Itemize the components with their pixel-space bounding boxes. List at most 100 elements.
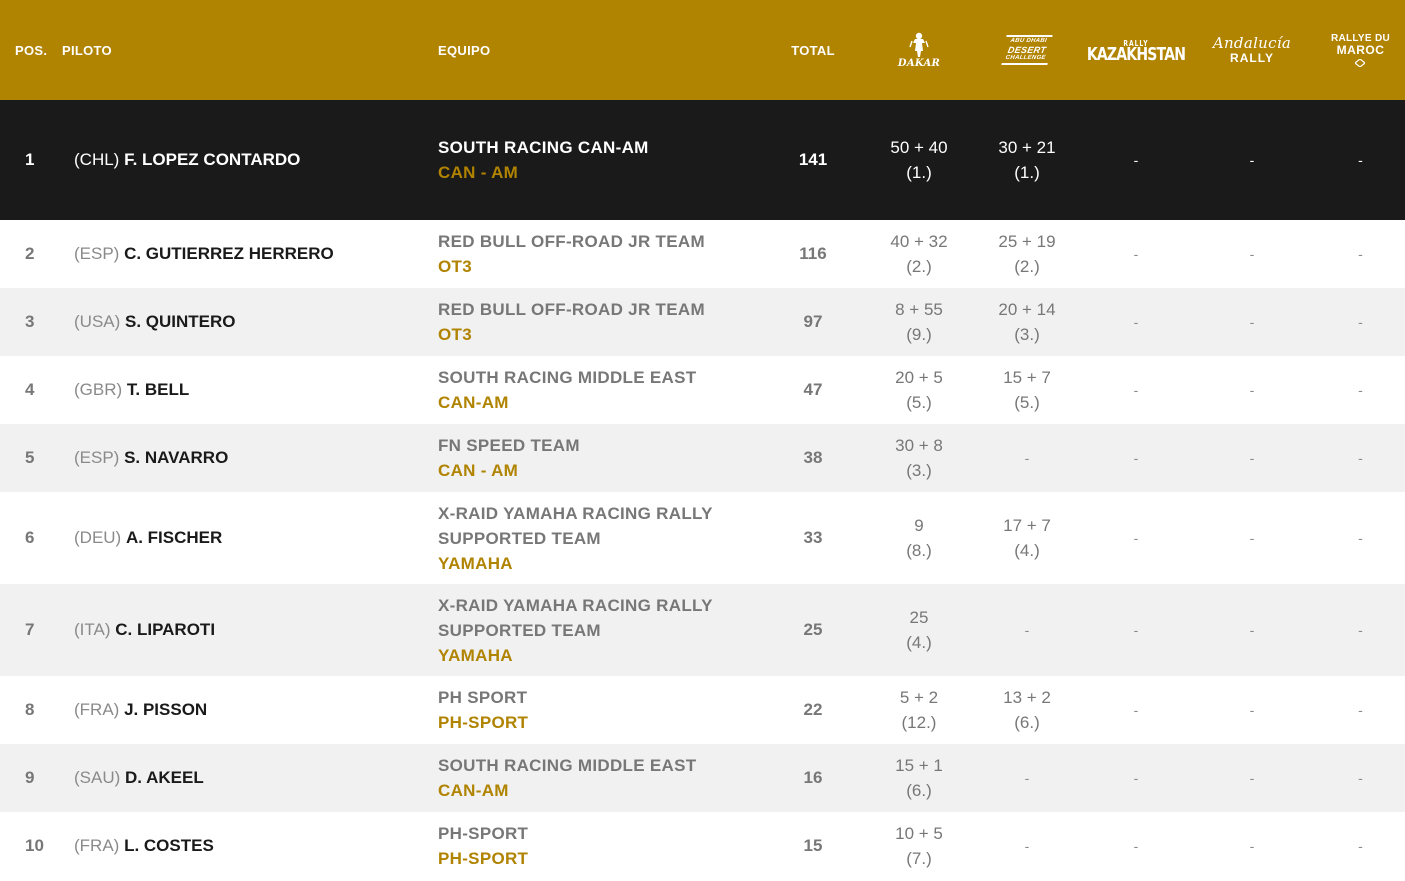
round-points: 10 + 5: [895, 824, 943, 843]
pilot-cell: (SAU) D. AKEEL: [62, 744, 438, 812]
pilot-nationality: (DEU): [74, 528, 122, 547]
pilot-nationality: (CHL): [74, 150, 120, 169]
header-total: TOTAL: [791, 42, 835, 58]
round-rank: (9.): [906, 325, 932, 344]
pilot-name[interactable]: S. QUINTERO: [125, 312, 236, 331]
round-rank: (2.): [906, 257, 932, 276]
table-header: POS. PILOTO EQUIPO TOTAL DAKAR ABU DHABI…: [0, 0, 1405, 100]
header-kazakhstan: RALLY KAZAKHSTAN: [1084, 0, 1188, 100]
round-points: 25: [909, 608, 929, 627]
round-r5-cell: -: [1358, 246, 1363, 262]
pilot-cell: (FRA) J. PISSON: [62, 676, 438, 744]
team-cell: FN SPEED TEAM CAN - AM: [438, 424, 778, 492]
round-r2-cell: 13 + 2 (6.): [970, 676, 1084, 744]
pilot-name[interactable]: D. AKEEL: [125, 768, 204, 787]
round-points: 50 + 40: [890, 138, 948, 157]
header-abu-dhabi: ABU DHABI DESERT CHALLENGE: [970, 0, 1084, 100]
table-row[interactable]: 8 (FRA) J. PISSON PH SPORT PH-SPORT 22 5 + 2(…: [0, 676, 1405, 744]
round-r4-cell: -: [1249, 530, 1255, 546]
round-r5-cell: -: [1358, 838, 1363, 854]
team-cell: SOUTH RACING MIDDLE EAST CAN-AM: [438, 356, 778, 424]
round-r2-cell: -: [1024, 838, 1030, 854]
team-brand: CAN-AM: [438, 393, 509, 412]
table-row[interactable]: 1 (CHL) F. LOPEZ CONTARDO SOUTH RACING CAN…: [0, 100, 1405, 220]
round-points: 5 + 2: [899, 688, 939, 707]
round-r2-cell: 30 + 21 (1.): [970, 100, 1084, 220]
team-brand: YAMAHA: [438, 645, 513, 665]
round-rank: (1.): [906, 163, 932, 182]
total-cell: 25: [803, 620, 823, 639]
round-points: 8 + 55: [895, 300, 943, 319]
round-rank: (2.): [1014, 257, 1040, 276]
team-brand: OT3: [438, 257, 472, 276]
round-r1-cell: 9 (8.): [868, 492, 970, 584]
round-r4-cell: -: [1249, 246, 1255, 262]
total-cell: 22: [803, 700, 823, 719]
pilot-name[interactable]: T. BELL: [127, 380, 189, 399]
table-row[interactable]: 4 (GBR) T. BELL SOUTH RACING MIDDLE EAST CA…: [0, 356, 1405, 424]
position-cell: 2: [25, 244, 35, 263]
round-r1-cell: 25 (4.): [868, 584, 970, 676]
round-r3-cell: -: [1133, 314, 1139, 330]
team-name: PH-SPORT: [438, 824, 529, 843]
round-r1-cell: 10 + 5 (7.): [868, 812, 970, 880]
table-row[interactable]: 6 (DEU) A. FISCHER X-RAID YAMAHA RACING RA…: [0, 492, 1405, 584]
team-cell: RED BULL OFF-ROAD JR TEAM OT3: [438, 288, 778, 356]
header-dakar: DAKAR: [868, 0, 970, 100]
round-rank: (5.): [1014, 393, 1040, 412]
round-r2-cell: 15 + 7 (5.): [970, 356, 1084, 424]
table-row[interactable]: 9 (SAU) D. AKEEL SOUTH RACING MIDDLE EAST C…: [0, 744, 1405, 812]
team-cell: PH SPORT PH-SPORT: [438, 676, 778, 744]
team-brand: CAN - AM: [438, 163, 519, 182]
pilot-name[interactable]: C. GUTIERREZ HERRERO: [124, 244, 334, 263]
table-row[interactable]: 5 (ESP) S. NAVARRO FN SPEED TEAM CAN - AM 38…: [0, 424, 1405, 492]
dakar-logo-icon: DAKAR: [898, 32, 940, 69]
pilot-name[interactable]: S. NAVARRO: [124, 448, 228, 467]
round-points: 9: [914, 516, 924, 535]
team-cell: SOUTH RACING MIDDLE EAST CAN-AM: [438, 744, 778, 812]
pilot-name[interactable]: J. PISSON: [124, 700, 207, 719]
round-rank: (7.): [906, 849, 932, 868]
round-r5-cell: -: [1358, 152, 1363, 168]
round-points: 30 + 21: [998, 138, 1056, 157]
header-equipo: EQUIPO: [438, 42, 491, 58]
table-body: 1 (CHL) F. LOPEZ CONTARDO SOUTH RACING CAN…: [0, 100, 1405, 880]
pilot-cell: (ESP) C. GUTIERREZ HERRERO: [62, 220, 438, 288]
team-cell: X-RAID YAMAHA RACING RALLY SUPPORTED TEA…: [438, 584, 778, 676]
round-r3-cell: -: [1133, 450, 1139, 466]
round-r2-cell: -: [1024, 622, 1030, 638]
team-name: SOUTH RACING MIDDLE EAST: [438, 756, 697, 775]
round-rank: (6.): [906, 781, 932, 800]
rallye-du-maroc-logo-icon: RALLYE DU MAROC: [1331, 33, 1390, 67]
table-row[interactable]: 10 (FRA) L. COSTES PH-SPORT PH-SPORT 15 10 + …: [0, 812, 1405, 880]
round-r4-cell: -: [1249, 152, 1255, 168]
pilot-nationality: (GBR): [74, 380, 123, 399]
pilot-name[interactable]: A. FISCHER: [126, 528, 222, 547]
team-name: PH SPORT: [438, 688, 528, 707]
position-cell: 6: [25, 528, 35, 547]
round-r5-cell: -: [1358, 382, 1363, 398]
round-r5-cell: -: [1358, 702, 1363, 718]
round-rank: (8.): [906, 541, 932, 560]
pilot-name[interactable]: C. LIPAROTI: [115, 620, 215, 639]
team-brand: PH-SPORT: [438, 849, 529, 868]
pilot-name[interactable]: F. LOPEZ CONTARDO: [124, 150, 300, 169]
pilot-nationality: (ESP): [74, 244, 120, 263]
table-row[interactable]: 3 (USA) S. QUINTERO RED BULL OFF-ROAD JR T…: [0, 288, 1405, 356]
pilot-name[interactable]: L. COSTES: [124, 836, 214, 855]
position-cell: 9: [25, 768, 35, 787]
team-name: SOUTH RACING MIDDLE EAST: [438, 368, 697, 387]
header-maroc: RALLYE DU MAROC: [1316, 0, 1405, 100]
round-points: 30 + 8: [895, 436, 943, 455]
pilot-nationality: (ITA): [74, 620, 111, 639]
position-cell: 5: [25, 448, 35, 467]
header-pos: POS.: [15, 42, 48, 58]
position-cell: 7: [25, 620, 35, 639]
round-r5-cell: -: [1358, 314, 1363, 330]
table-row[interactable]: 2 (ESP) C. GUTIERREZ HERRERO RED BULL OFF-…: [0, 220, 1405, 288]
round-rank: (3.): [1014, 325, 1040, 344]
total-cell: 141: [798, 150, 828, 169]
round-r4-cell: -: [1249, 838, 1255, 854]
table-row[interactable]: 7 (ITA) C. LIPAROTI X-RAID YAMAHA RACING R…: [0, 584, 1405, 676]
pilot-cell: (USA) S. QUINTERO: [62, 288, 438, 356]
